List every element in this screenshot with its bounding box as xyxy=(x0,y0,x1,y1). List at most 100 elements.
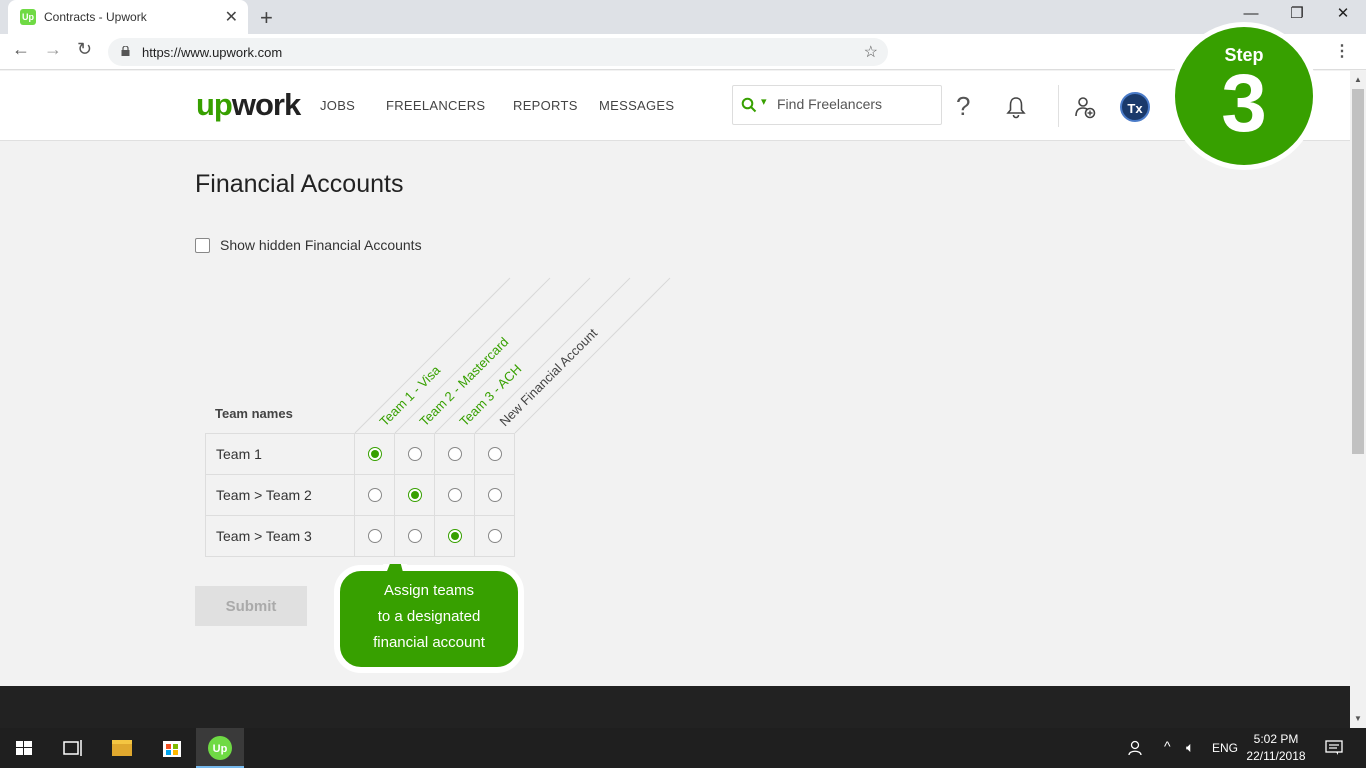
tab-title: Contracts - Upwork xyxy=(44,10,147,24)
file-explorer-button[interactable] xyxy=(98,728,146,768)
page-title: Financial Accounts xyxy=(195,170,404,198)
account-radio[interactable] xyxy=(367,487,382,502)
header-divider-line xyxy=(354,277,511,434)
callout-line: Assign teams xyxy=(383,582,475,599)
scrollbar[interactable]: ▲ ▼ xyxy=(1350,71,1366,728)
search-box: ▾ xyxy=(732,85,942,125)
account-radio[interactable] xyxy=(447,446,462,461)
team-names-header: Team names xyxy=(215,406,293,421)
header-divider xyxy=(1058,85,1059,127)
nav-jobs[interactable]: JOBS xyxy=(320,98,355,113)
forward-arrow-icon[interactable]: → xyxy=(44,39,62,60)
restore-icon[interactable]: ❐ xyxy=(1274,0,1320,30)
url-text: https://www.upwork.com xyxy=(142,45,283,60)
clock-date: 22/11/2018 xyxy=(1246,749,1306,763)
search-input[interactable] xyxy=(777,96,927,112)
step-circle: Step 3 xyxy=(1175,27,1313,165)
upwork-app-icon: Up xyxy=(208,736,232,760)
team-row: Team > Team 2 xyxy=(204,474,515,516)
scroll-down-icon[interactable]: ▼ xyxy=(1354,714,1362,723)
folder-icon xyxy=(112,740,132,756)
nav-reports[interactable]: REPORTS xyxy=(513,98,578,113)
nav-freelancers[interactable]: FREELANCERS xyxy=(386,98,485,113)
language-indicator[interactable]: ENG xyxy=(1212,741,1238,755)
account-cell xyxy=(354,474,396,516)
browser-menu-icon[interactable]: ⋮ xyxy=(1334,41,1350,61)
clock-time: 5:02 PM xyxy=(1253,732,1299,746)
svg-text:Up: Up xyxy=(213,743,228,755)
account-radio[interactable] xyxy=(407,528,422,543)
upwork-taskbar-button[interactable]: Up xyxy=(196,728,244,768)
account-column-label: Team 2 - Mastercard xyxy=(417,334,512,429)
volume-icon[interactable]: 🔈︎ xyxy=(1186,739,1194,756)
clock[interactable]: 5:02 PM 22/11/2018 xyxy=(1240,731,1312,765)
show-hidden-icons-chevron-icon[interactable]: ^ xyxy=(1164,738,1171,754)
close-tab-icon[interactable]: ✕ xyxy=(225,7,238,27)
account-cell xyxy=(394,474,436,516)
account-radio[interactable] xyxy=(407,446,422,461)
upwork-favicon-icon: Up xyxy=(20,9,36,25)
windows-taskbar: Up ^ 🔈︎ ENG 5:02 PM 22/11/2018 xyxy=(0,728,1366,768)
action-center-icon[interactable] xyxy=(1325,740,1343,756)
task-view-icon xyxy=(63,740,82,756)
account-cell xyxy=(474,515,515,557)
page-footer xyxy=(0,686,1350,728)
upwork-logo[interactable]: upwork xyxy=(196,87,301,123)
task-view-button[interactable] xyxy=(48,728,96,768)
show-hidden-checkbox[interactable] xyxy=(195,237,210,253)
account-cell xyxy=(354,515,396,557)
browser-address-bar: ← → ↻ https://www.upwork.com ☆ ⋮ xyxy=(0,34,1366,70)
account-radio[interactable] xyxy=(447,528,462,543)
account-radio[interactable] xyxy=(487,528,502,543)
add-user-icon[interactable] xyxy=(1073,95,1097,119)
team-name: Team 1 xyxy=(204,433,356,475)
account-radio[interactable] xyxy=(367,528,382,543)
help-icon[interactable]: ? xyxy=(956,91,970,122)
show-hidden-label: Show hidden Financial Accounts xyxy=(220,237,422,253)
instruction-callout: Assign teams to a designated financial a… xyxy=(333,564,525,674)
submit-button[interactable]: Submit xyxy=(195,586,307,626)
account-radio[interactable] xyxy=(367,446,382,461)
chevron-down-icon[interactable]: ▾ xyxy=(761,95,767,108)
bell-icon[interactable] xyxy=(1005,95,1027,119)
header-divider-line xyxy=(474,277,631,434)
account-column-label: Team 1 - Visa xyxy=(377,362,444,429)
nav-messages[interactable]: MESSAGES xyxy=(599,98,674,113)
scroll-up-icon[interactable]: ▲ xyxy=(1354,75,1362,84)
account-cell xyxy=(474,474,515,516)
account-cell xyxy=(434,474,476,516)
people-icon[interactable] xyxy=(1126,739,1144,757)
account-radio[interactable] xyxy=(487,446,502,461)
start-button[interactable] xyxy=(0,728,48,768)
account-radio[interactable] xyxy=(407,487,422,502)
back-arrow-icon[interactable]: ← xyxy=(12,39,30,60)
header-divider-line xyxy=(394,277,551,434)
team-name: Team > Team 3 xyxy=(204,515,356,557)
close-window-icon[interactable]: ✕ xyxy=(1320,0,1366,30)
omnibox[interactable]: https://www.upwork.com ☆ xyxy=(108,38,888,66)
search-icon[interactable] xyxy=(741,97,757,113)
bookmark-star-icon[interactable]: ☆ xyxy=(864,42,878,62)
account-cell xyxy=(474,433,515,475)
reload-icon[interactable]: ↻ xyxy=(77,39,92,60)
header-divider-line xyxy=(434,277,591,434)
logo-up-text: up xyxy=(196,87,233,122)
browser-tab-bar: Up Contracts - Upwork ✕ + — ❐ ✕ xyxy=(0,0,1366,34)
team-row: Team > Team 3 xyxy=(204,515,515,557)
account-cell xyxy=(434,433,476,475)
lock-icon xyxy=(121,46,130,56)
new-tab-button[interactable]: + xyxy=(260,5,273,31)
account-column-label: Team 3 - ACH xyxy=(457,361,525,429)
browser-tab[interactable]: Up Contracts - Upwork ✕ xyxy=(8,0,248,34)
store-button[interactable] xyxy=(148,728,196,768)
header-divider-line xyxy=(514,277,671,434)
account-radio[interactable] xyxy=(487,487,502,502)
show-hidden-toggle[interactable]: Show hidden Financial Accounts xyxy=(195,237,422,253)
account-radio[interactable] xyxy=(447,487,462,502)
team-row: Team 1 xyxy=(204,433,515,475)
team-account-grid: Team 1 Team > Team 2 Team > Team 3 xyxy=(204,433,515,557)
avatar[interactable]: Tx xyxy=(1120,92,1150,122)
step-number: 3 xyxy=(1221,58,1267,149)
scrollbar-thumb[interactable] xyxy=(1352,89,1364,454)
account-cell xyxy=(394,433,436,475)
